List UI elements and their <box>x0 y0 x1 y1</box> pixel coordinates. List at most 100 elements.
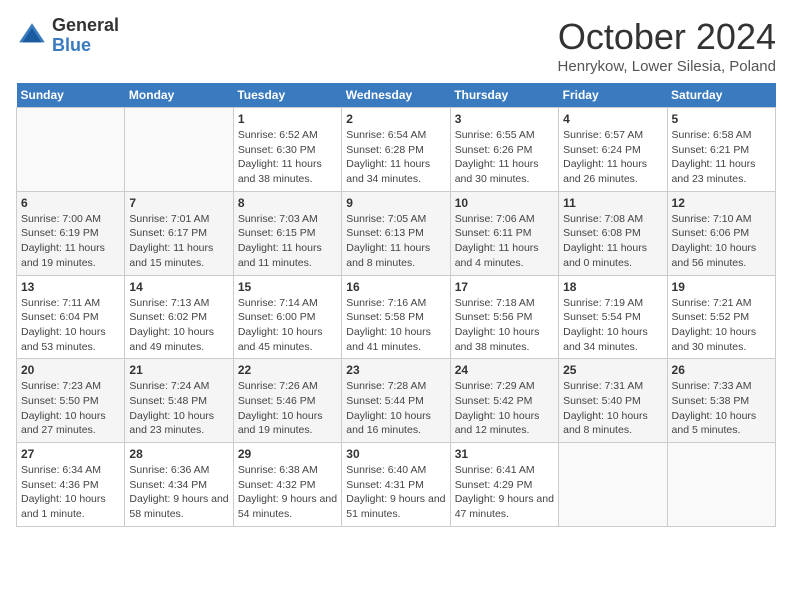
calendar-cell: 31 Sunrise: 6:41 AM Sunset: 4:29 PM Dayli… <box>450 443 558 527</box>
weekday-header: Wednesday <box>342 83 450 108</box>
weekday-header: Thursday <box>450 83 558 108</box>
calendar-cell: 22 Sunrise: 7:26 AM Sunset: 5:46 PM Dayli… <box>233 359 341 443</box>
calendar-cell: 7 Sunrise: 7:01 AM Sunset: 6:17 PM Daylig… <box>125 191 233 275</box>
calendar-cell: 5Sunrise: 6:58 AM Sunset: 6:21 PM Daylig… <box>667 108 775 192</box>
calendar-cell: 12Sunrise: 7:10 AM Sunset: 6:06 PM Dayli… <box>667 191 775 275</box>
weekday-header-row: SundayMondayTuesdayWednesdayThursdayFrid… <box>17 83 776 108</box>
day-info: Sunrise: 7:24 AM Sunset: 5:48 PM Dayligh… <box>129 379 228 438</box>
day-number: 8 <box>238 196 337 210</box>
calendar-week-row: 27 Sunrise: 6:34 AM Sunset: 4:36 PM Dayli… <box>17 443 776 527</box>
day-info: Sunrise: 6:54 AM Sunset: 6:28 PM Dayligh… <box>346 128 445 187</box>
calendar-week-row: 13 Sunrise: 7:11 AM Sunset: 6:04 PM Dayli… <box>17 275 776 359</box>
day-info: Sunrise: 7:00 AM Sunset: 6:19 PM Dayligh… <box>21 212 120 271</box>
day-info: Sunrise: 7:21 AM Sunset: 5:52 PM Dayligh… <box>672 296 771 355</box>
day-number: 7 <box>129 196 228 210</box>
day-number: 29 <box>238 447 337 461</box>
day-info: Sunrise: 6:40 AM Sunset: 4:31 PM Dayligh… <box>346 463 445 522</box>
calendar-cell: 14Sunrise: 7:13 AM Sunset: 6:02 PM Dayli… <box>125 275 233 359</box>
day-info: Sunrise: 7:08 AM Sunset: 6:08 PM Dayligh… <box>563 212 662 271</box>
day-number: 10 <box>455 196 554 210</box>
calendar-cell: 15Sunrise: 7:14 AM Sunset: 6:00 PM Dayli… <box>233 275 341 359</box>
day-info: Sunrise: 7:11 AM Sunset: 6:04 PM Dayligh… <box>21 296 120 355</box>
calendar-cell: 21 Sunrise: 7:24 AM Sunset: 5:48 PM Dayli… <box>125 359 233 443</box>
day-number: 13 <box>21 280 120 294</box>
day-number: 6 <box>21 196 120 210</box>
day-number: 25 <box>563 363 662 377</box>
logo: General Blue <box>16 16 119 56</box>
calendar-cell: 30Sunrise: 6:40 AM Sunset: 4:31 PM Dayli… <box>342 443 450 527</box>
weekday-header: Tuesday <box>233 83 341 108</box>
calendar-cell: 4Sunrise: 6:57 AM Sunset: 6:24 PM Daylig… <box>559 108 667 192</box>
day-number: 23 <box>346 363 445 377</box>
logo-general: General <box>52 16 119 36</box>
calendar-cell: 25 Sunrise: 7:31 AM Sunset: 5:40 PM Dayli… <box>559 359 667 443</box>
calendar-week-row: 6 Sunrise: 7:00 AM Sunset: 6:19 PM Daylig… <box>17 191 776 275</box>
calendar-cell <box>17 108 125 192</box>
day-info: Sunrise: 7:10 AM Sunset: 6:06 PM Dayligh… <box>672 212 771 271</box>
calendar-cell <box>125 108 233 192</box>
day-number: 5 <box>672 112 771 126</box>
calendar-cell: 16 Sunrise: 7:16 AM Sunset: 5:58 PM Dayli… <box>342 275 450 359</box>
calendar-cell: 18 Sunrise: 7:19 AM Sunset: 5:54 PM Dayli… <box>559 275 667 359</box>
day-info: Sunrise: 7:03 AM Sunset: 6:15 PM Dayligh… <box>238 212 337 271</box>
logo-icon <box>16 20 48 52</box>
day-number: 1 <box>238 112 337 126</box>
day-number: 28 <box>129 447 228 461</box>
calendar-cell: 6 Sunrise: 7:00 AM Sunset: 6:19 PM Daylig… <box>17 191 125 275</box>
day-number: 20 <box>21 363 120 377</box>
calendar-week-row: 20Sunrise: 7:23 AM Sunset: 5:50 PM Dayli… <box>17 359 776 443</box>
day-number: 22 <box>238 363 337 377</box>
calendar-cell: 2 Sunrise: 6:54 AM Sunset: 6:28 PM Daylig… <box>342 108 450 192</box>
calendar-cell: 20Sunrise: 7:23 AM Sunset: 5:50 PM Dayli… <box>17 359 125 443</box>
day-number: 2 <box>346 112 445 126</box>
title-block: October 2024 Henrykow, Lower Silesia, Po… <box>558 16 776 75</box>
calendar-cell: 10 Sunrise: 7:06 AM Sunset: 6:11 PM Dayli… <box>450 191 558 275</box>
day-info: Sunrise: 7:18 AM Sunset: 5:56 PM Dayligh… <box>455 296 554 355</box>
day-info: Sunrise: 7:19 AM Sunset: 5:54 PM Dayligh… <box>563 296 662 355</box>
weekday-header: Friday <box>559 83 667 108</box>
day-info: Sunrise: 6:36 AM Sunset: 4:34 PM Dayligh… <box>129 463 228 522</box>
calendar-cell <box>559 443 667 527</box>
calendar-cell: 23Sunrise: 7:28 AM Sunset: 5:44 PM Dayli… <box>342 359 450 443</box>
day-info: Sunrise: 7:05 AM Sunset: 6:13 PM Dayligh… <box>346 212 445 271</box>
day-info: Sunrise: 6:57 AM Sunset: 6:24 PM Dayligh… <box>563 128 662 187</box>
day-info: Sunrise: 7:26 AM Sunset: 5:46 PM Dayligh… <box>238 379 337 438</box>
day-info: Sunrise: 7:01 AM Sunset: 6:17 PM Dayligh… <box>129 212 228 271</box>
day-number: 21 <box>129 363 228 377</box>
weekday-header: Monday <box>125 83 233 108</box>
calendar-cell: 24Sunrise: 7:29 AM Sunset: 5:42 PM Dayli… <box>450 359 558 443</box>
day-info: Sunrise: 7:29 AM Sunset: 5:42 PM Dayligh… <box>455 379 554 438</box>
day-number: 11 <box>563 196 662 210</box>
calendar-table: SundayMondayTuesdayWednesdayThursdayFrid… <box>16 83 776 527</box>
day-number: 16 <box>346 280 445 294</box>
calendar-cell <box>667 443 775 527</box>
day-number: 27 <box>21 447 120 461</box>
day-number: 3 <box>455 112 554 126</box>
day-info: Sunrise: 6:55 AM Sunset: 6:26 PM Dayligh… <box>455 128 554 187</box>
calendar-cell: 26 Sunrise: 7:33 AM Sunset: 5:38 PM Dayli… <box>667 359 775 443</box>
day-info: Sunrise: 6:34 AM Sunset: 4:36 PM Dayligh… <box>21 463 120 522</box>
day-info: Sunrise: 7:31 AM Sunset: 5:40 PM Dayligh… <box>563 379 662 438</box>
month-title: October 2024 <box>558 16 776 58</box>
day-number: 31 <box>455 447 554 461</box>
calendar-cell: 17 Sunrise: 7:18 AM Sunset: 5:56 PM Dayli… <box>450 275 558 359</box>
day-number: 19 <box>672 280 771 294</box>
calendar-cell: 29 Sunrise: 6:38 AM Sunset: 4:32 PM Dayli… <box>233 443 341 527</box>
day-number: 17 <box>455 280 554 294</box>
calendar-cell: 27 Sunrise: 6:34 AM Sunset: 4:36 PM Dayli… <box>17 443 125 527</box>
day-number: 26 <box>672 363 771 377</box>
calendar-cell: 13 Sunrise: 7:11 AM Sunset: 6:04 PM Dayli… <box>17 275 125 359</box>
logo-blue: Blue <box>52 36 119 56</box>
day-info: Sunrise: 7:16 AM Sunset: 5:58 PM Dayligh… <box>346 296 445 355</box>
day-info: Sunrise: 7:13 AM Sunset: 6:02 PM Dayligh… <box>129 296 228 355</box>
day-info: Sunrise: 6:41 AM Sunset: 4:29 PM Dayligh… <box>455 463 554 522</box>
day-info: Sunrise: 7:06 AM Sunset: 6:11 PM Dayligh… <box>455 212 554 271</box>
calendar-cell: 19 Sunrise: 7:21 AM Sunset: 5:52 PM Dayli… <box>667 275 775 359</box>
day-info: Sunrise: 7:33 AM Sunset: 5:38 PM Dayligh… <box>672 379 771 438</box>
day-info: Sunrise: 6:52 AM Sunset: 6:30 PM Dayligh… <box>238 128 337 187</box>
day-number: 18 <box>563 280 662 294</box>
day-info: Sunrise: 6:38 AM Sunset: 4:32 PM Dayligh… <box>238 463 337 522</box>
day-info: Sunrise: 7:14 AM Sunset: 6:00 PM Dayligh… <box>238 296 337 355</box>
location: Henrykow, Lower Silesia, Poland <box>558 58 776 75</box>
calendar-cell: 3 Sunrise: 6:55 AM Sunset: 6:26 PM Daylig… <box>450 108 558 192</box>
